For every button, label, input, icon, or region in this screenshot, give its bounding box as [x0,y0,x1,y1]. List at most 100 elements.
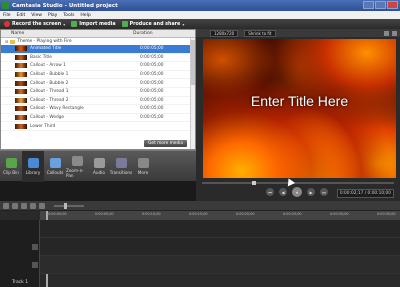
maximize-icon[interactable] [375,1,386,9]
menu-view[interactable]: View [31,13,42,18]
timeline-panel: 0:00:00;00 0:00:05;00 0:00:10;00 0:00:15;00… [0,201,400,287]
library-item[interactable]: Callout - Wavy Rectangle 0:00:05;00 [1,105,195,114]
preview-canvas[interactable]: Enter Title Here [203,39,396,178]
redo-icon[interactable] [12,202,18,209]
library-item-duration: 0:00:05;00 [140,89,164,95]
thumbnail-icon [15,80,27,86]
detach-icon[interactable] [392,30,397,36]
ruler-tick-label: 0:00:20;00 [236,212,255,216]
minimize-icon[interactable] [363,1,374,9]
tab-label: Callouts [46,170,64,175]
preview-panel: 1280x720 Shrink to fit Enter Title Here [196,29,400,181]
collapse-icon[interactable]: ⊟ [5,39,8,44]
undo-icon[interactable] [3,202,9,209]
library-item-duration: 0:00:05;00 [140,72,164,78]
tab-transitions[interactable]: Transitions [110,151,132,182]
theme-group[interactable]: ⊟ Theme - Playing with Fire [1,38,195,45]
library-item-name: Callout - Thread 1 [30,89,69,95]
library-item[interactable]: Callout - Thread 2 0:00:05;00 [1,97,195,106]
cut-icon[interactable] [21,202,27,209]
scrub-bar[interactable] [202,181,394,185]
library-item-duration: 0:00:05;00 [140,63,164,69]
previous-clip-icon[interactable]: ⏮ [266,188,274,196]
library-item-name: Callout - Bubble 2 [30,80,69,86]
library-item-name: Callout - Bubble 1 [30,72,69,78]
produce-share-button[interactable]: Produce and share ▾ [121,21,185,27]
library-item[interactable]: Callout - Arrow 1 0:00:05;00 [1,62,195,71]
name-column-header[interactable]: Name [1,31,131,36]
timecode: 0:00:02;17 / 0:00:10;00 [336,189,394,198]
tab-icon [71,155,83,166]
copy-icon[interactable] [30,202,36,209]
menu-file[interactable]: File [3,13,11,18]
fullscreen-icon[interactable] [384,30,389,36]
tab-zoom-n-pan[interactable]: Zoom-n-Pan [66,151,88,182]
thumbnail-icon [15,54,27,60]
library-scrollbar[interactable] [190,38,195,149]
ruler-tick-label: 0:00:00;00 [48,212,67,216]
library-item[interactable]: Lower Third [1,122,195,131]
library-item[interactable]: Callout - Bubble 2 0:00:05;00 [1,79,195,88]
menu-help[interactable]: Help [80,13,90,18]
close-icon[interactable] [387,1,398,9]
library-panel: Name Duration ⊟ Theme - Playing with Fir… [0,29,196,150]
ruler-tick-label: 0:00:10;00 [142,212,161,216]
get-more-media-button[interactable]: Get more media [144,140,187,147]
scrollbar-thumb[interactable] [191,40,195,85]
playback-controls: ⏮ ◀ ⏸ ▶ ⏭ 0:00:02;17 / 0:00:10;00 [196,181,400,201]
resolution-select[interactable]: 1280x720 [210,29,239,37]
tab-label: Library [25,170,41,175]
task-tabs: Clip Bin Library Callouts Zoom-n-Pan Audio Tr… [0,150,196,182]
scrub-head[interactable] [252,181,256,185]
thumbnail-icon [15,106,27,112]
title-text[interactable]: Enter Title Here [203,93,396,109]
library-item-name: Callout - Wedge [30,115,65,121]
record-screen-button[interactable]: Record the screen ▾ [4,21,65,27]
zoom-select[interactable]: Shrink to fit [244,29,276,37]
library-item-duration: 0:00:05;00 [140,97,164,103]
chevron-down-icon: ▾ [182,21,185,27]
tab-more[interactable]: More [132,151,154,182]
step-forward-icon[interactable]: ▶ [307,188,315,196]
library-item[interactable]: Callout - Thread 1 0:00:05;00 [1,88,195,97]
next-clip-icon[interactable]: ⏭ [320,188,328,196]
menu-tools[interactable]: Tools [63,13,74,18]
tab-label: More [137,170,149,175]
menu-bar: File Edit View Play Tools Help [0,11,400,19]
timeline-track[interactable] [40,238,400,256]
thumbnail-icon [15,97,27,103]
library-item-name: Callout - Arrow 1 [30,63,66,69]
tab-clip-bin[interactable]: Clip Bin [0,151,22,182]
library-item-duration: 0:00:05;00 [140,115,164,121]
time-ruler[interactable]: 0:00:00;00 0:00:05;00 0:00:10;00 0:00:15;00… [40,211,400,287]
timeline-track[interactable] [40,220,400,238]
timeline-zoom-slider[interactable] [54,202,84,209]
produce-icon [121,21,128,27]
paste-icon[interactable] [39,202,45,209]
window-title: Camtasia Studio - Untitled project [12,2,118,9]
ruler-tick-label: 0:00:35;00 [377,212,396,216]
import-media-button[interactable]: Import media [71,21,116,27]
timeline-track[interactable] [40,256,400,274]
library-item[interactable]: Animated Title 0:00:05;00 [1,45,195,54]
menu-edit[interactable]: Edit [17,13,26,18]
step-back-icon[interactable]: ◀ [279,188,287,196]
library-item-name: Callout - Thread 2 [30,97,69,103]
menu-play[interactable]: Play [48,13,57,18]
track-toggle[interactable] [32,244,38,250]
tab-callouts[interactable]: Callouts [44,151,66,182]
tab-library[interactable]: Library [22,151,44,182]
library-item[interactable]: Basic Title 0:00:05;00 [1,54,195,63]
duration-column-header[interactable]: Duration [131,31,153,36]
library-item-name: Lower Third [30,123,56,129]
tab-audio[interactable]: Audio [88,151,110,182]
library-item[interactable]: Callout - Bubble 1 0:00:05;00 [1,71,195,80]
library-item-duration: 0:00:05;00 [140,80,164,86]
tab-icon [49,158,61,168]
tab-label: Audio [93,170,105,175]
chevron-down-icon: ▾ [63,21,66,27]
track-toggle[interactable] [32,262,38,268]
play-pause-icon[interactable]: ⏸ [292,187,302,197]
tab-label: Zoom-n-Pan [66,167,84,178]
library-item[interactable]: Callout - Wedge 0:00:05;00 [1,114,195,123]
